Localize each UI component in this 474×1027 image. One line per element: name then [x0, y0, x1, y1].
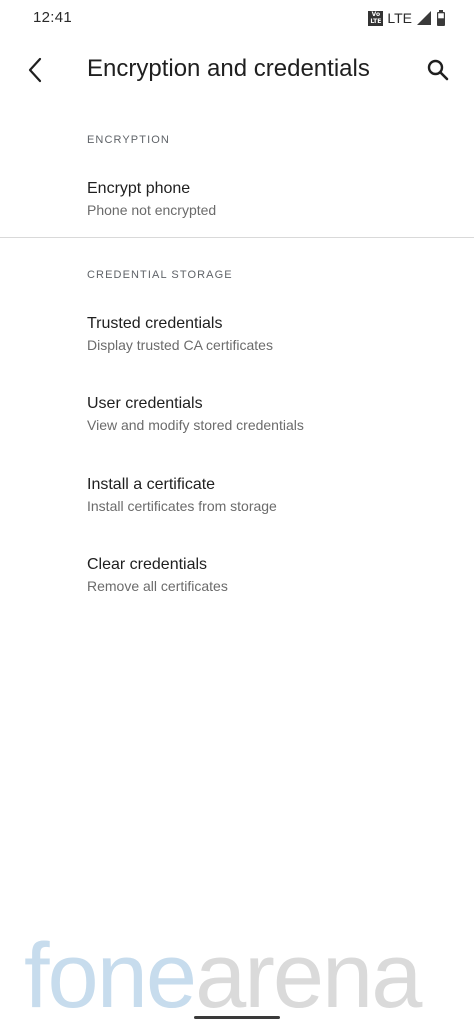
search-icon	[427, 59, 449, 81]
section-divider	[0, 237, 474, 238]
pref-summary: Display trusted CA certificates	[87, 337, 273, 353]
pref-title: Clear credentials	[87, 556, 208, 573]
back-button[interactable]	[18, 50, 52, 90]
pref-summary: View and modify stored credentials	[87, 417, 304, 433]
network-type-label: LTE	[387, 10, 412, 26]
pref-summary: Remove all certificates	[87, 578, 228, 594]
page-title: Encryption and credentials	[87, 55, 370, 82]
search-button[interactable]	[420, 50, 456, 90]
home-gesture-bar[interactable]	[194, 1016, 280, 1019]
app-bar: Encryption and credentials	[0, 36, 474, 104]
status-time: 12:41	[33, 9, 73, 26]
pref-user-credentials[interactable]: User credentials View and modify stored …	[0, 381, 474, 453]
section-header-credential-storage: CREDENTIAL STORAGE	[87, 269, 233, 281]
volte-icon: Vo LTE	[368, 10, 384, 26]
pref-clear-credentials[interactable]: Clear credentials Remove all certificate…	[0, 542, 474, 614]
watermark-part2: arena	[195, 925, 422, 1027]
battery-icon	[437, 9, 445, 26]
watermark-logo: fonearena	[24, 930, 422, 1022]
watermark-part1: fone	[24, 925, 197, 1027]
pref-title: Trusted credentials	[87, 315, 223, 332]
pref-install-certificate[interactable]: Install a certificate Install certificat…	[0, 462, 474, 534]
section-header-encryption: ENCRYPTION	[87, 134, 170, 146]
pref-summary: Phone not encrypted	[87, 202, 217, 218]
status-bar: 12:41 Vo LTE LTE	[0, 0, 474, 36]
volte-top-text: Vo	[371, 11, 381, 18]
pref-title: Install a certificate	[87, 476, 216, 493]
signal-icon	[417, 11, 431, 25]
status-icons: Vo LTE LTE	[368, 9, 446, 27]
pref-title: User credentials	[87, 395, 203, 412]
pref-encrypt-phone[interactable]: Encrypt phone Phone not encrypted	[0, 166, 474, 238]
back-arrow-icon	[28, 57, 42, 83]
pref-summary: Install certificates from storage	[87, 498, 277, 514]
pref-title: Encrypt phone	[87, 180, 191, 197]
volte-bottom-text: LTE	[370, 18, 382, 25]
pref-trusted-credentials[interactable]: Trusted credentials Display trusted CA c…	[0, 301, 474, 373]
